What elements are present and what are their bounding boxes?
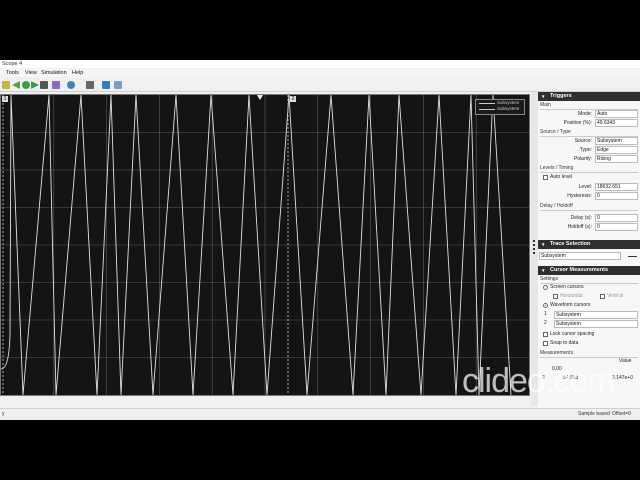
cursor-1-label[interactable]: 1 — [2, 96, 8, 102]
trace-line-icon — [628, 256, 637, 257]
triggers-title: Triggers — [550, 93, 572, 99]
value-column-header: Value — [619, 358, 632, 364]
title-bar: Scope 4 — [0, 60, 640, 68]
zoom-icon[interactable] — [67, 81, 75, 89]
autoscale-icon[interactable] — [86, 81, 94, 89]
horizontal-checkbox[interactable] — [553, 294, 558, 299]
trace-selection-select[interactable]: Subsystem — [539, 252, 621, 260]
cursor-measurements-title: Cursor Measurements — [550, 267, 609, 273]
hysteresis-label: Hysteresis: — [567, 193, 592, 199]
status-offset: Offset=0 — [612, 411, 631, 417]
polarity-select[interactable]: Rising — [595, 155, 638, 163]
screen-cursors-label: Screen cursors — [550, 284, 584, 290]
source-select[interactable]: Subsystem — [595, 137, 638, 145]
levels-title: Levels / Timing — [540, 165, 574, 171]
step-back-icon[interactable] — [12, 81, 20, 89]
waveform-cursors-label: Waveform cursors — [550, 302, 591, 308]
waveform-row-1-select[interactable]: Subsystem — [554, 311, 638, 319]
highlight-icon[interactable] — [52, 81, 60, 89]
auto-level-checkbox[interactable] — [543, 175, 548, 180]
waveform-cursors-radio[interactable] — [543, 303, 548, 308]
settings-icon[interactable] — [2, 81, 10, 89]
settings-subheader[interactable]: Settings — [540, 276, 638, 284]
clideo-watermark: clideo.com — [462, 362, 616, 400]
collapse-icon: ▼ — [541, 268, 546, 273]
main-subheader[interactable]: Main — [540, 102, 638, 110]
step-forward-icon[interactable] — [31, 81, 39, 89]
waveform-row-1-index: 1 — [544, 311, 547, 317]
level-label: Level: — [578, 184, 592, 190]
stop-icon[interactable] — [40, 81, 48, 89]
holdoff-field[interactable]: 0 — [595, 223, 638, 231]
scope-display[interactable]: 1 2 Subsystem Subsystem — [0, 94, 530, 396]
settings-title: Settings — [540, 276, 559, 282]
levels-subheader[interactable]: Levels / Timing — [540, 165, 638, 173]
menu-tools[interactable]: Tools — [6, 69, 19, 77]
scope-plot — [1, 95, 529, 395]
splitter-grip[interactable] — [533, 240, 537, 254]
legend[interactable]: Subsystem Subsystem — [475, 99, 525, 115]
run-icon[interactable] — [22, 81, 30, 89]
snap-to-data-checkbox[interactable] — [543, 341, 548, 346]
triggers-header[interactable]: ▼ Triggers — [538, 92, 640, 101]
type-label: Type: — [579, 147, 592, 153]
menu-simulation[interactable]: Simulation — [41, 69, 67, 77]
legend-line-2 — [479, 109, 495, 110]
lock-spacing-checkbox[interactable] — [543, 332, 548, 337]
source-type-subheader[interactable]: Source / Type — [540, 129, 638, 137]
settings-panel: ▼ Triggers Main Mode: Auto Position (%):… — [538, 92, 640, 408]
measurements-subheader[interactable]: Measurements — [540, 350, 638, 358]
legend-entry-2: Subsystem — [497, 106, 520, 111]
window-title: Scope 4 — [2, 61, 23, 67]
position-field[interactable]: 49.6343 — [595, 119, 638, 127]
waveform-row-2-index: 2 — [544, 320, 547, 326]
lock-spacing-label: Lock cursor spacing — [550, 331, 595, 337]
auto-level-label: Auto level — [550, 174, 572, 180]
vertical-checkbox[interactable] — [600, 294, 605, 299]
delay-field[interactable]: 0 — [595, 214, 638, 222]
snap-to-data-label: Snap to data — [550, 340, 579, 346]
trace-selection-header[interactable]: ▼ Trace Selection — [538, 240, 640, 249]
vertical-label: Vertical — [607, 293, 624, 299]
collapse-icon: ▼ — [541, 94, 546, 99]
status-bar: y Sample based Offset=0 — [0, 408, 640, 420]
type-select[interactable]: Edge — [595, 146, 638, 154]
menu-help[interactable]: Help — [72, 69, 83, 77]
menu-view[interactable]: View — [25, 69, 37, 77]
polarity-label: Polarity: — [573, 156, 592, 162]
waveform-row-2-select[interactable]: Subsystem — [554, 320, 638, 328]
measurements-title: Measurements — [540, 350, 574, 356]
trace-selection-title: Trace Selection — [550, 241, 591, 247]
delay-subheader[interactable]: Delay / Holdoff — [540, 203, 638, 211]
level-field[interactable]: 18632.651 — [595, 183, 638, 191]
horizontal-label: Horizontal — [560, 293, 583, 299]
cursor-measurements-header[interactable]: ▼ Cursor Measurements — [538, 266, 640, 275]
collapse-icon: ▼ — [541, 242, 546, 247]
holdoff-label: Holdoff (s): — [567, 224, 592, 230]
cursor-2-label[interactable]: 2 — [290, 96, 296, 102]
source-type-title: Source / Type — [540, 129, 571, 135]
toolbar — [0, 79, 640, 92]
scope-window: Scope 4 Tools View Simulation Help 1 2 S… — [0, 60, 640, 420]
position-label: Position (%): — [563, 120, 592, 126]
main-title: Main — [540, 102, 551, 108]
menu-bar: Tools View Simulation Help — [0, 69, 640, 77]
screen-cursors-radio[interactable] — [543, 285, 548, 290]
trigger-marker[interactable] — [257, 95, 263, 100]
delay-title: Delay / Holdoff — [540, 203, 573, 209]
delay-label: Delay (s): — [570, 215, 592, 221]
hysteresis-field[interactable]: 0 — [595, 192, 638, 200]
legend-line-1 — [479, 103, 495, 104]
triggers-icon[interactable] — [102, 81, 110, 89]
source-label: Source: — [574, 138, 592, 144]
status-mode: Sample based — [578, 411, 610, 417]
measurement-row-2-value: 2.147e+0 — [612, 375, 633, 381]
mode-select[interactable]: Auto — [595, 110, 638, 118]
cursor-measurements-icon[interactable] — [114, 81, 122, 89]
status-left: y — [2, 411, 5, 417]
mode-label: Mode: — [578, 111, 592, 117]
